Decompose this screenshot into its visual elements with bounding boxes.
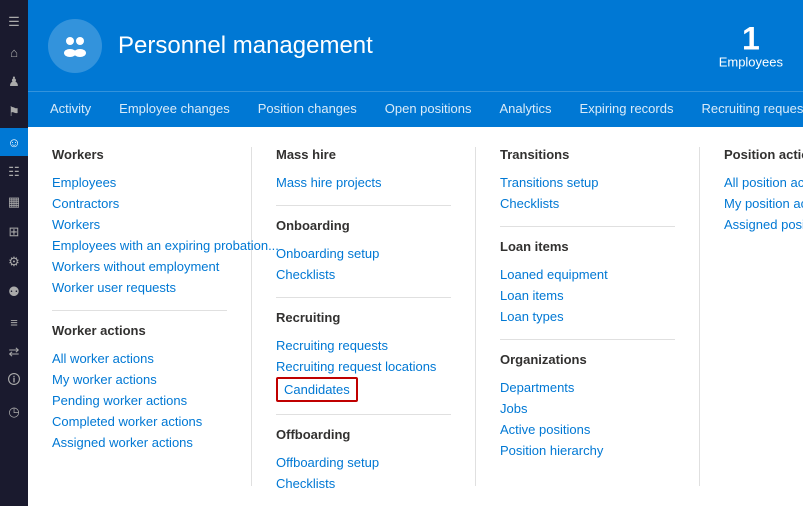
- menu-icon[interactable]: ☰: [0, 8, 28, 36]
- transitions-title: Transitions: [500, 147, 675, 162]
- middle-column: Mass hire Mass hire projects Onboarding …: [276, 147, 476, 486]
- link-workers-no-employment[interactable]: Workers without employment: [52, 256, 227, 277]
- link-recruiting-request-locations[interactable]: Recruiting request locations: [276, 356, 451, 377]
- link-onboarding-checklists[interactable]: Checklists: [276, 264, 451, 285]
- position-actions-column: Position actions All position actions My…: [724, 147, 803, 486]
- link-recruiting-requests[interactable]: Recruiting requests: [276, 335, 451, 356]
- link-loan-types[interactable]: Loan types: [500, 306, 675, 327]
- nav-position-changes[interactable]: Position changes: [244, 92, 371, 127]
- link-employees-expiring[interactable]: Employees with an expiring probation...: [52, 235, 227, 256]
- employee-badge: 1 Employees: [719, 22, 783, 69]
- position-actions-title: Position actions: [724, 147, 803, 162]
- link-transitions-checklists[interactable]: Checklists: [500, 193, 675, 214]
- separator-2: [276, 205, 451, 206]
- link-candidates[interactable]: Candidates: [276, 377, 358, 402]
- organizations-title: Organizations: [500, 352, 675, 367]
- link-position-hierarchy[interactable]: Position hierarchy: [500, 440, 675, 461]
- settings-icon[interactable]: ⚙: [0, 248, 28, 276]
- person-icon[interactable]: ♟: [0, 68, 28, 96]
- link-contractors[interactable]: Contractors: [52, 193, 227, 214]
- link-active-positions[interactable]: Active positions: [500, 419, 675, 440]
- separator-6: [500, 339, 675, 340]
- nav-expiring-records[interactable]: Expiring records: [566, 92, 688, 127]
- link-offboarding-setup[interactable]: Offboarding setup: [276, 452, 451, 473]
- document-icon[interactable]: ☷: [0, 158, 28, 186]
- link-completed-worker-actions[interactable]: Completed worker actions: [52, 411, 227, 432]
- link-workers[interactable]: Workers: [52, 214, 227, 235]
- home-icon[interactable]: ⌂: [0, 38, 28, 66]
- nav-open-positions[interactable]: Open positions: [371, 92, 486, 127]
- link-mass-hire-projects[interactable]: Mass hire projects: [276, 172, 451, 193]
- group-icon[interactable]: ⚉: [0, 278, 28, 306]
- transitions-column: Transitions Transitions setup Checklists…: [500, 147, 700, 486]
- link-worker-user-requests[interactable]: Worker user requests: [52, 277, 227, 298]
- offboarding-title: Offboarding: [276, 427, 451, 442]
- link-jobs[interactable]: Jobs: [500, 398, 675, 419]
- time-icon[interactable]: ◷: [0, 398, 28, 426]
- separator-3: [276, 297, 451, 298]
- separator-5: [500, 226, 675, 227]
- main-area: Personnel management 1 Employees Activit…: [28, 0, 803, 506]
- hierarchy-icon[interactable]: ⚑: [0, 98, 28, 126]
- navigation-bar: Activity Employee changes Position chang…: [28, 91, 803, 127]
- separator-1: [52, 310, 227, 311]
- link-loaned-equipment[interactable]: Loaned equipment: [500, 264, 675, 285]
- nav-employee-changes[interactable]: Employee changes: [105, 92, 244, 127]
- chart-icon[interactable]: ▦: [0, 188, 28, 216]
- page-header: Personnel management 1 Employees: [28, 0, 803, 91]
- nav-recruiting-requests[interactable]: Recruiting requests: [687, 92, 803, 127]
- link-assigned-worker-actions[interactable]: Assigned worker actions: [52, 432, 227, 453]
- nav-analytics[interactable]: Analytics: [486, 92, 566, 127]
- onboarding-title: Onboarding: [276, 218, 451, 233]
- workers-column: Workers Employees Contractors Workers Em…: [52, 147, 252, 486]
- link-offboarding-checklists[interactable]: Checklists: [276, 473, 451, 494]
- nav-activity[interactable]: Activity: [36, 92, 105, 127]
- recruiting-title: Recruiting: [276, 310, 451, 325]
- separator-4: [276, 414, 451, 415]
- link-all-worker-actions[interactable]: All worker actions: [52, 348, 227, 369]
- link-transitions-setup[interactable]: Transitions setup: [500, 172, 675, 193]
- people-icon[interactable]: ☺: [0, 128, 28, 156]
- badge-label: Employees: [719, 54, 783, 69]
- loan-items-title: Loan items: [500, 239, 675, 254]
- badge-count: 1: [719, 22, 783, 54]
- link-my-worker-actions[interactable]: My worker actions: [52, 369, 227, 390]
- list-icon[interactable]: ≡: [0, 308, 28, 336]
- mass-hire-title: Mass hire: [276, 147, 451, 162]
- link-employees[interactable]: Employees: [52, 172, 227, 193]
- links-dropdown: Workers Employees Contractors Workers Em…: [28, 127, 803, 506]
- user-icon[interactable]: 🛈: [0, 368, 28, 396]
- worker-actions-title: Worker actions: [52, 323, 227, 338]
- link-loan-items[interactable]: Loan items: [500, 285, 675, 306]
- grid-icon[interactable]: ⊞: [0, 218, 28, 246]
- link-my-position-actions[interactable]: My position actions: [724, 193, 803, 214]
- sidebar: ☰ ⌂ ♟ ⚑ ☺ ☷ ▦ ⊞ ⚙ ⚉ ≡ ⇄ 🛈 ◷: [0, 0, 28, 506]
- link-onboarding-setup[interactable]: Onboarding setup: [276, 243, 451, 264]
- link-departments[interactable]: Departments: [500, 377, 675, 398]
- link-assigned-position-actions[interactable]: Assigned position actions: [724, 214, 803, 235]
- link-all-position-actions[interactable]: All position actions: [724, 172, 803, 193]
- link-pending-worker-actions[interactable]: Pending worker actions: [52, 390, 227, 411]
- app-icon: [48, 19, 102, 73]
- workers-title: Workers: [52, 147, 227, 162]
- page-title: Personnel management: [118, 32, 373, 60]
- transfer-icon[interactable]: ⇄: [0, 338, 28, 366]
